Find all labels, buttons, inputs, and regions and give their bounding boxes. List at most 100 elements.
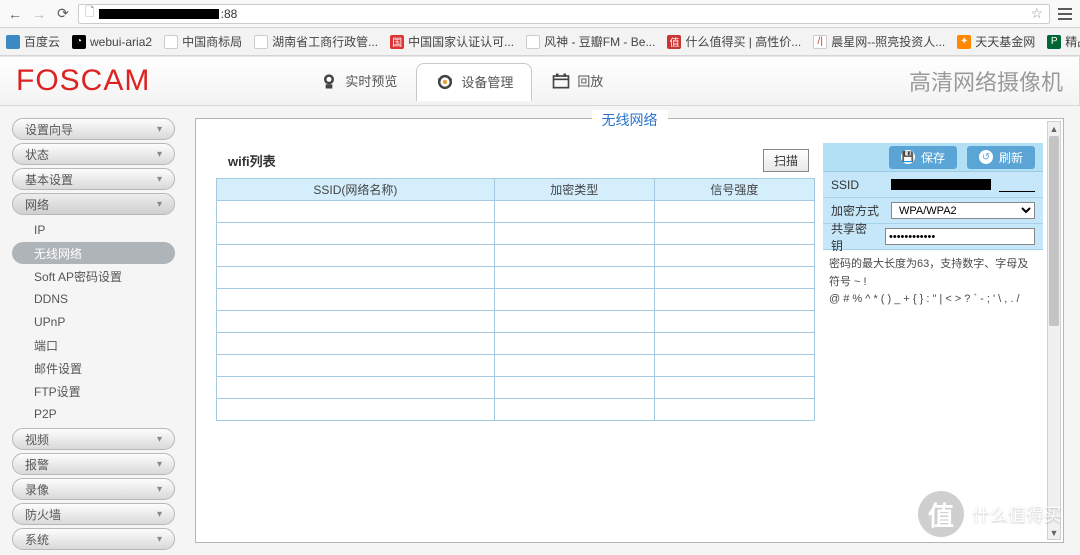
wifi-config-form: SSID 加密方式 WPA/WPA2 共享密钥	[823, 171, 1043, 250]
content: 设置向导▾状态▾基本设置▾网络▾IP无线网络Soft AP密码设置DDNSUPn…	[0, 106, 1080, 555]
encrypt-select[interactable]: WPA/WPA2	[891, 202, 1035, 219]
bookmark-item[interactable]: P 精品绿色便携软件	[1047, 33, 1080, 50]
table-row[interactable]	[217, 311, 815, 333]
encrypt-label: 加密方式	[831, 202, 883, 219]
watermark-icon: 值	[918, 491, 964, 537]
bookmark-item[interactable]: 国中国国家认证认可...	[390, 33, 514, 50]
sidebar-subitem[interactable]: IP	[12, 219, 175, 241]
save-icon: 💾	[901, 150, 915, 164]
sidebar-item-label: 设置向导	[25, 121, 73, 138]
save-button[interactable]: 💾 保存	[889, 146, 957, 169]
wifi-list-title: wifi列表	[228, 151, 276, 170]
bookmark-icon: ◔	[72, 35, 86, 49]
bookmark-item[interactable]: /|晨星网--照亮投资人...	[813, 33, 945, 50]
watermark: 值 什么值得买	[918, 491, 1062, 537]
sidebar-item[interactable]: 系统▾	[12, 528, 175, 550]
url-bar[interactable]: 🗋 :88 ☆	[78, 4, 1050, 24]
table-row[interactable]	[217, 355, 815, 377]
chevron-down-icon: ▾	[157, 149, 162, 160]
watermark-text: 什么值得买	[972, 501, 1062, 527]
sidebar-item-label: 状态	[25, 146, 49, 163]
bookmark-label: 天天基金网	[975, 33, 1035, 50]
reload-button[interactable]: ⟳	[54, 5, 72, 23]
bookmark-item[interactable]: ◔webui-aria2	[72, 35, 152, 49]
bookmark-label: 中国国家认证认可...	[408, 33, 514, 50]
scan-button[interactable]: 扫描	[763, 149, 809, 172]
sidebar-subitem[interactable]: UPnP	[12, 311, 175, 333]
header-tab[interactable]: 实时预览	[300, 62, 416, 100]
scroll-up-icon[interactable]: ▲	[1048, 122, 1060, 135]
sidebar-item-label: 视频	[25, 431, 49, 448]
chevron-down-icon: ▾	[157, 174, 162, 185]
sidebar-item-label: 基本设置	[25, 171, 73, 188]
wifi-list-section: wifi列表 扫描 SSID(网络名称)加密类型信号强度	[216, 143, 815, 530]
sidebar-item[interactable]: 视频▾	[12, 428, 175, 450]
sidebar-subitem[interactable]: DDNS	[12, 288, 175, 310]
table-row[interactable]	[217, 267, 815, 289]
sidebar-item[interactable]: 录像 ▾	[12, 478, 175, 500]
sidebar-item[interactable]: 状态 ▾	[12, 143, 175, 165]
bookmark-item[interactable]: 中国商标局	[164, 33, 242, 50]
table-row[interactable]	[217, 201, 815, 223]
key-input[interactable]	[885, 228, 1035, 245]
header-tab[interactable]: 回放	[532, 62, 622, 100]
sidebar-item[interactable]: 报警▾	[12, 453, 175, 475]
chevron-down-icon: ▾	[157, 484, 162, 495]
ssid-input[interactable]	[999, 178, 1035, 192]
bookmark-icon: 国	[390, 35, 404, 49]
table-row[interactable]	[217, 377, 815, 399]
bookmark-item[interactable]: ✦天天基金网	[957, 33, 1035, 50]
sidebar-subitem[interactable]: Soft AP密码设置	[12, 265, 175, 287]
back-button[interactable]: ←	[6, 5, 24, 23]
key-label: 共享密钥	[831, 220, 877, 254]
table-row[interactable]	[217, 333, 815, 355]
bookmark-item[interactable]: 湖南省工商行政管...	[254, 33, 378, 50]
sidebar-subitem[interactable]: 端口	[12, 334, 175, 356]
table-row[interactable]	[217, 399, 815, 421]
bookmark-label: 中国商标局	[182, 33, 242, 50]
bookmark-label: 精品绿色便携软件	[1065, 33, 1080, 50]
chevron-down-icon: ▾	[157, 199, 162, 210]
sidebar-subitem[interactable]: P2P	[12, 403, 175, 425]
bookmark-item[interactable]: 百度云	[6, 33, 60, 50]
sidebar-item-label: 网络	[25, 196, 49, 213]
sidebar-item[interactable]: 防火墙▾	[12, 503, 175, 525]
table-row[interactable]	[217, 245, 815, 267]
bookmark-item[interactable]: 风神 - 豆瓣FM - Be...	[526, 33, 655, 50]
sidebar-item-label: 录像	[25, 481, 49, 498]
save-label: 保存	[921, 149, 945, 166]
bookmark-icon: /|	[813, 35, 827, 49]
bookmark-icon	[164, 35, 178, 49]
wifi-config-section: 💾 保存 ↺ 刷新 SSID	[823, 143, 1043, 530]
forward-button[interactable]: →	[30, 5, 48, 23]
tab-label: 回放	[577, 71, 603, 90]
url-suffix: :88	[221, 7, 238, 21]
wifi-table: SSID(网络名称)加密类型信号强度	[216, 178, 815, 421]
table-row[interactable]	[217, 289, 815, 311]
sidebar-item[interactable]: 基本设置 ▾	[12, 168, 175, 190]
sidebar-submenu: IP无线网络Soft AP密码设置DDNSUPnP端口邮件设置FTP设置P2P	[12, 218, 175, 425]
sidebar-subitem[interactable]: FTP设置	[12, 380, 175, 402]
bookmark-icon: P	[1047, 35, 1061, 49]
password-note: 密码的最大长度为63，支持数字、字母及符号 ~ ! @ # % ^ * ( ) …	[823, 250, 1043, 315]
tab-label: 设备管理	[461, 72, 513, 91]
sidebar-subitem[interactable]: 无线网络	[12, 242, 175, 264]
table-row[interactable]	[217, 223, 815, 245]
chevron-down-icon: ▾	[157, 459, 162, 470]
bookmark-item[interactable]: 值什么值得买 | 高性价...	[667, 33, 801, 50]
note-line2: @ # % ^ * ( ) _ + { } : " | < > ? ` - ; …	[829, 291, 1037, 309]
refresh-button[interactable]: ↺ 刷新	[967, 146, 1035, 169]
refresh-icon: ↺	[979, 150, 993, 164]
hamburger-menu-icon[interactable]	[1056, 5, 1074, 23]
panel-scrollbar[interactable]: ▲ ▼	[1047, 121, 1061, 540]
bookmark-star-icon[interactable]: ☆	[1030, 5, 1043, 22]
sidebar-subitem[interactable]: 邮件设置	[12, 357, 175, 379]
sidebar-item[interactable]: 设置向导▾	[12, 118, 175, 140]
bookmark-label: 百度云	[24, 33, 60, 50]
note-line1: 密码的最大长度为63，支持数字、字母及符号 ~ !	[829, 256, 1037, 291]
camera-icon	[319, 72, 339, 90]
header-tab[interactable]: 设备管理	[416, 63, 532, 101]
chevron-down-icon: ▾	[157, 509, 162, 520]
scroll-thumb[interactable]	[1049, 136, 1059, 326]
sidebar-item[interactable]: 网络 ▾	[12, 193, 175, 215]
